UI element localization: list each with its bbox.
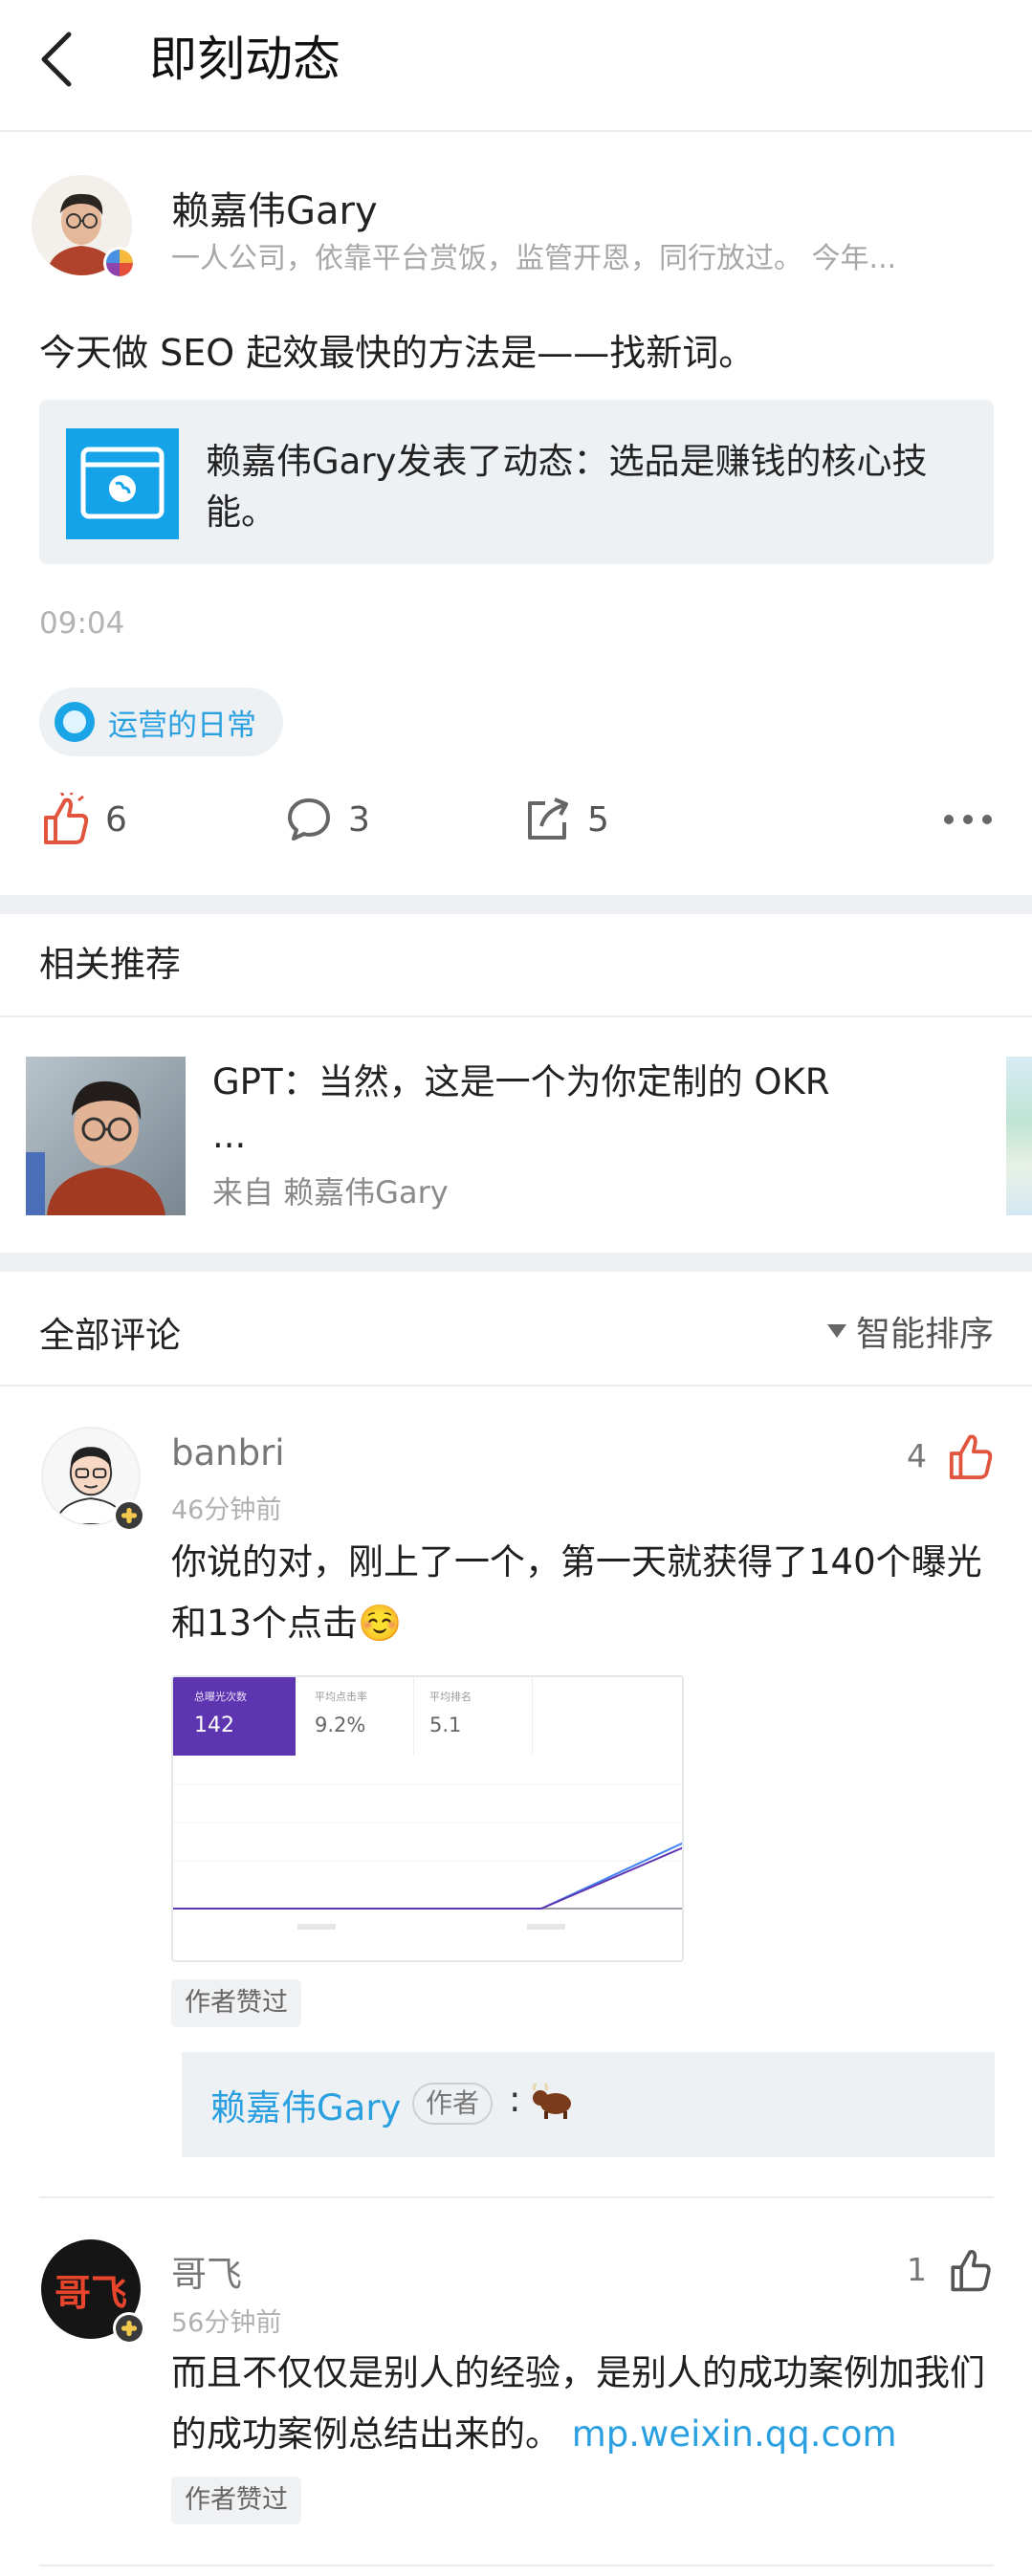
- comments-title: 全部评论: [39, 1315, 181, 1356]
- divider: [39, 2196, 994, 2198]
- comment-bubble-icon: [288, 798, 330, 840]
- verified-badge-icon: [103, 247, 136, 279]
- metric-tile-impressions: 总曝光次数 142: [173, 1677, 296, 1756]
- commenter-name[interactable]: banbri: [171, 1432, 285, 1474]
- metric-value: 142: [194, 1714, 234, 1737]
- thumbs-up-icon: [949, 1434, 993, 1479]
- metric-value: 9.2%: [315, 1714, 366, 1736]
- web-globe-icon: [66, 428, 179, 539]
- recommend-item-title[interactable]: GPT：当然，这是一个为你定制的 OKR: [212, 1056, 829, 1109]
- commenter-badge-icon: [113, 2312, 145, 2345]
- metric-label: 总曝光次数: [194, 1691, 247, 1703]
- metric-tile-ctr: 平均点击率 9.2%: [296, 1677, 414, 1756]
- divider: [0, 1385, 1032, 1386]
- sort-label: 智能排序: [855, 1315, 994, 1354]
- metric-tile-position: 平均排名 5.1: [414, 1677, 533, 1756]
- section-gap: [0, 1253, 1032, 1272]
- divider: [0, 1015, 1032, 1017]
- recommend-item-source: 来自 赖嘉伟Gary: [212, 1174, 449, 1211]
- share-icon: [528, 797, 568, 840]
- divider: [39, 2565, 994, 2566]
- comment-text: 而且不仅仅是别人的经验，是别人的成功案例加我们的成功案例总结出来的。 mp.we…: [171, 2343, 1003, 2465]
- comment-time: 46分钟前: [171, 1495, 282, 1525]
- reply-colon: :: [509, 2079, 521, 2120]
- author-liked-tag: 作者赞过: [171, 2477, 301, 2524]
- recommend-thumbnail[interactable]: [26, 1057, 186, 1215]
- linked-post-card[interactable]: 赖嘉伟Gary发表了动态：选品是赚钱的核心技能。: [39, 400, 994, 564]
- commenter-name[interactable]: 哥飞: [171, 2245, 242, 2297]
- page: 即刻动态 赖嘉伟Gary 一人公司，依靠平台赏饭，监管开恩，同行放过。 今年..…: [0, 0, 1032, 2576]
- reply-author-name[interactable]: 赖嘉伟Gary: [210, 2079, 401, 2130]
- comment-link[interactable]: mp.weixin.qq.com: [572, 2413, 897, 2455]
- line-chart: [173, 1783, 682, 1930]
- metric-label: 平均点击率: [315, 1691, 367, 1703]
- like-count: 6: [105, 799, 127, 840]
- thumbs-up-icon: [951, 2250, 991, 2292]
- ox-emoji-icon: [532, 2083, 571, 2119]
- author-tag: 作者: [412, 2083, 494, 2125]
- back-arrow-icon[interactable]: [36, 29, 84, 90]
- topic-chip[interactable]: 运营的日常: [39, 688, 283, 756]
- commenter-badge-icon: [113, 1499, 145, 1532]
- post-text: 今天做 SEO 起效最快的方法是——找新词。: [39, 332, 756, 374]
- comment-time: 56分钟前: [171, 2308, 282, 2338]
- comment-count: 3: [348, 799, 370, 840]
- comment-button[interactable]: 3: [285, 786, 370, 853]
- thumbs-up-icon: [44, 793, 89, 844]
- comment-image-analytics[interactable]: 总曝光次数 142 平均点击率 9.2% 平均排名 5.1: [171, 1675, 684, 1962]
- author-name[interactable]: 赖嘉伟Gary: [171, 180, 378, 235]
- like-button[interactable]: 6: [42, 786, 127, 853]
- section-gap: [0, 895, 1032, 914]
- author-reply[interactable]: 赖嘉伟Gary 作者 :: [182, 2052, 995, 2157]
- recommend-item-ellipsis: ...: [212, 1115, 247, 1156]
- top-bar: 即刻动态: [0, 0, 1032, 132]
- recommend-title: 相关推荐: [39, 944, 181, 985]
- caret-down-icon: [826, 1324, 846, 1338]
- post-time: 09:04: [39, 606, 125, 641]
- share-count: 5: [587, 799, 609, 840]
- comment-text: 你说的对，刚上了一个，第一天就获得了140个曝光和13个点击☺️: [171, 1541, 982, 1644]
- author-liked-tag: 作者赞过: [171, 1979, 301, 2027]
- page-title: 即刻动态: [149, 32, 340, 87]
- more-dots-icon: [944, 815, 992, 824]
- metric-value: 5.1: [429, 1714, 462, 1736]
- more-options-button[interactable]: [941, 786, 995, 853]
- comment-like-count: 1: [907, 2250, 927, 2288]
- metric-label: 平均排名: [429, 1691, 472, 1703]
- linked-post-text: 赖嘉伟Gary发表了动态：选品是赚钱的核心技能。: [206, 441, 928, 533]
- comment-like-button[interactable]: 1: [907, 2245, 994, 2293]
- topic-label: 运营的日常: [108, 708, 256, 743]
- sort-dropdown[interactable]: 智能排序: [826, 1306, 994, 1356]
- comment-like-button[interactable]: 4: [907, 1429, 994, 1482]
- share-button[interactable]: 5: [524, 786, 609, 853]
- next-recommend-peek[interactable]: [1006, 1057, 1032, 1215]
- avatar-text: 哥飞: [54, 2270, 127, 2314]
- comment-like-count: 4: [907, 1436, 927, 1474]
- author-bio: 一人公司，依靠平台赏饭，监管开恩，同行放过。 今年...: [171, 242, 897, 275]
- topic-icon: [55, 702, 95, 742]
